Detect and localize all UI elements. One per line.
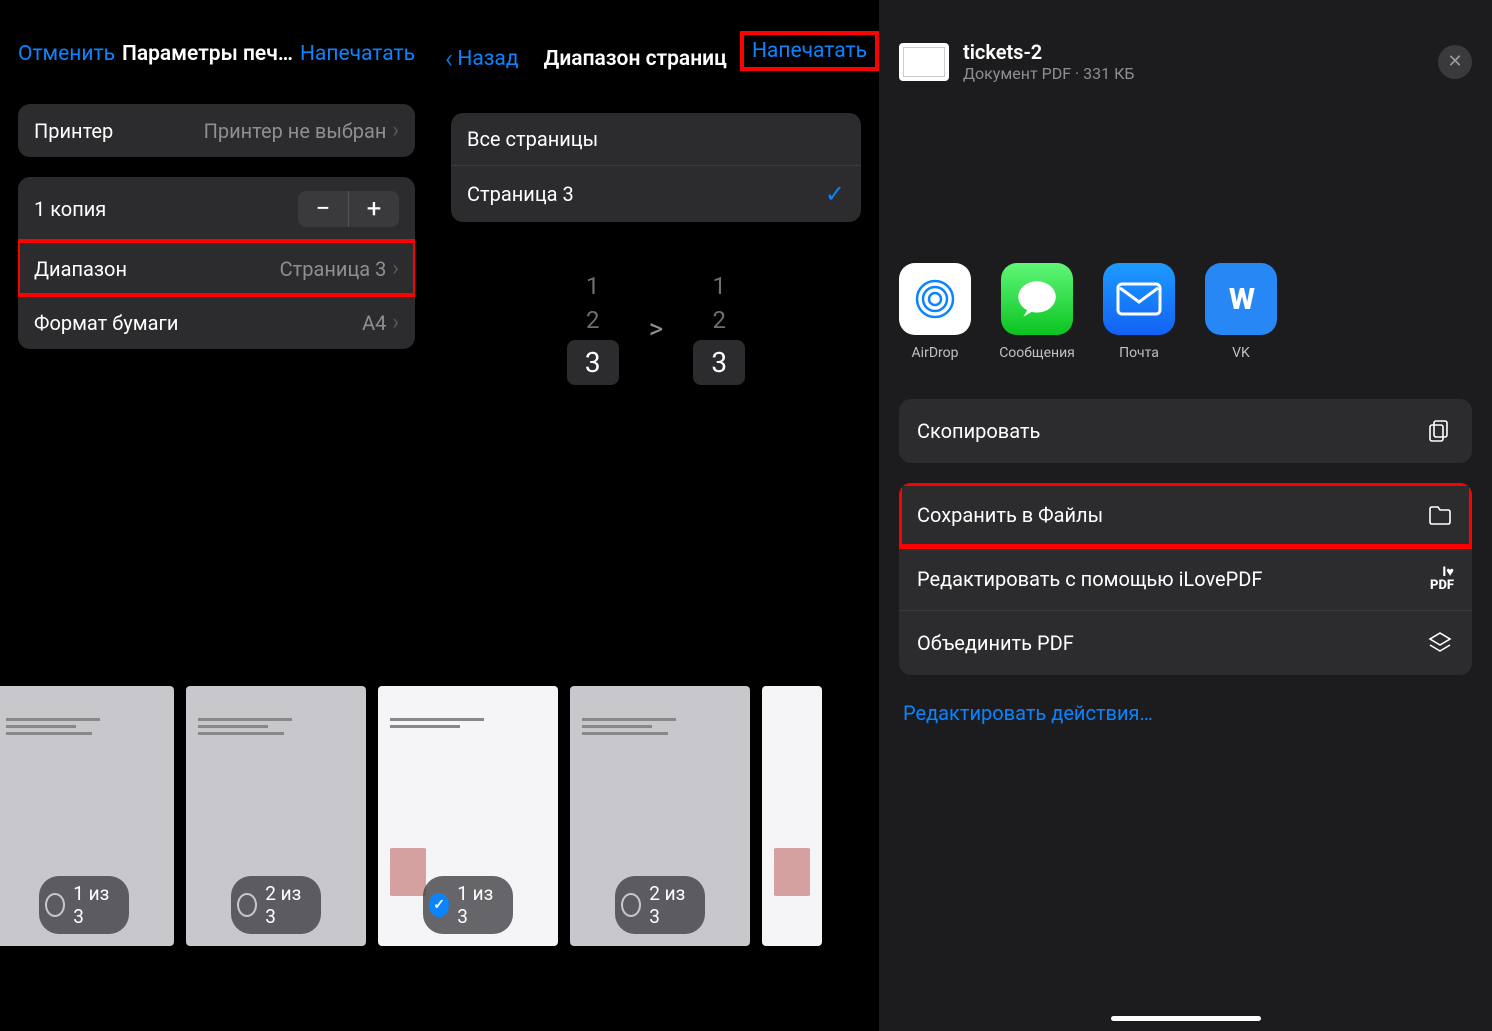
- page-3-row[interactable]: Страница 3 ✓: [451, 165, 861, 222]
- picker-to-column[interactable]: 1 2 3: [693, 272, 745, 385]
- page-thumbnail[interactable]: 1 из 3: [0, 686, 174, 946]
- range-row[interactable]: Диапазон Страница 3 ›: [18, 241, 415, 295]
- share-app-messages[interactable]: Сообщения: [1001, 263, 1073, 361]
- chevron-left-icon: ‹: [445, 42, 453, 75]
- picker-option[interactable]: 2: [712, 306, 726, 334]
- thumb-radio[interactable]: [621, 893, 641, 917]
- page-thumbnail[interactable]: 2 из 3: [186, 686, 366, 946]
- file-name: tickets-2: [963, 40, 1424, 64]
- edit-actions-link[interactable]: Редактировать действия…: [879, 683, 1492, 743]
- action-label: Скопировать: [917, 419, 1040, 443]
- airdrop-icon: [899, 263, 971, 335]
- page-thumbnails: 1 из 3 2 из 3 ✓ 1 из 3 2 из 3: [0, 686, 880, 951]
- page-thumbnail[interactable]: 2 из 3: [570, 686, 750, 946]
- app-label: AirDrop: [912, 345, 959, 361]
- mail-icon: [1103, 263, 1175, 335]
- share-app-vk[interactable]: W VK: [1205, 263, 1277, 361]
- picker-selected-to[interactable]: 3: [693, 340, 745, 385]
- page-title: Параметры печ…: [115, 42, 300, 66]
- thumb-label: 1 из 3: [73, 882, 115, 928]
- picker-arrow: >: [649, 312, 664, 345]
- thumb-label: 1 из 3: [457, 882, 499, 928]
- stepper-plus[interactable]: +: [349, 191, 399, 227]
- all-pages-label: Все страницы: [467, 127, 598, 151]
- share-apps-row: AirDrop Сообщения Почта W VK: [879, 103, 1492, 381]
- thumb-radio[interactable]: [45, 893, 65, 917]
- app-label: Сообщения: [999, 345, 1075, 361]
- stepper-minus[interactable]: −: [298, 191, 348, 227]
- chevron-right-icon: ›: [392, 310, 399, 335]
- save-to-files-action[interactable]: Сохранить в Файлы: [899, 483, 1472, 547]
- copies-label: 1 копия: [34, 197, 106, 221]
- vk-icon: W: [1205, 263, 1277, 335]
- paper-row[interactable]: Формат бумаги A4 ›: [18, 295, 415, 349]
- copies-row: 1 копия − +: [18, 177, 415, 241]
- folder-icon: [1426, 501, 1454, 529]
- page-thumbnail[interactable]: [762, 686, 822, 946]
- picker-option[interactable]: 1: [586, 272, 600, 300]
- merge-pdf-action[interactable]: Объединить PDF: [899, 610, 1472, 675]
- page-3-label: Страница 3: [467, 182, 574, 206]
- close-button[interactable]: ✕: [1438, 45, 1472, 79]
- thumb-label: 2 из 3: [265, 882, 307, 928]
- printer-row[interactable]: Принтер Принтер не выбран ›: [18, 104, 415, 157]
- layers-icon: [1426, 629, 1454, 657]
- page-range-picker[interactable]: 1 2 3 > 1 2 3: [433, 272, 879, 385]
- checkmark-icon: ✓: [825, 180, 845, 208]
- share-sheet-panel: tickets-2 Документ PDF · 331 КБ ✕ AirDro…: [879, 0, 1492, 1031]
- share-app-airdrop[interactable]: AirDrop: [899, 263, 971, 361]
- action-label: Редактировать с помощью iLovePDF: [917, 567, 1262, 591]
- back-button[interactable]: ‹ Назад: [445, 42, 519, 75]
- range-value: Страница 3: [280, 257, 387, 281]
- thumb-radio[interactable]: [237, 893, 257, 917]
- printer-value: Принтер не выбран: [204, 119, 387, 143]
- file-meta: Документ PDF · 331 КБ: [963, 64, 1424, 83]
- share-app-mail[interactable]: Почта: [1103, 263, 1175, 361]
- close-icon: ✕: [1447, 51, 1462, 72]
- thumb-radio-checked[interactable]: ✓: [429, 893, 449, 917]
- picker-option[interactable]: 2: [586, 306, 600, 334]
- page-title: Диапазон страниц: [519, 47, 752, 71]
- action-label: Объединить PDF: [917, 631, 1074, 655]
- thumb-label: 2 из 3: [649, 882, 691, 928]
- all-pages-row[interactable]: Все страницы: [451, 113, 861, 165]
- ilovepdf-icon: I♥PDF: [1430, 566, 1454, 592]
- picker-selected-from[interactable]: 3: [567, 340, 619, 385]
- page-thumbnail[interactable]: ✓ 1 из 3: [378, 686, 558, 946]
- messages-icon: [1001, 263, 1073, 335]
- copy-icon: [1426, 417, 1454, 445]
- print-button[interactable]: Напечатать: [752, 39, 867, 63]
- paper-label: Формат бумаги: [34, 311, 178, 335]
- app-label: VK: [1232, 345, 1250, 361]
- copies-stepper[interactable]: − +: [298, 191, 399, 227]
- app-label: Почта: [1119, 345, 1159, 361]
- printer-label: Принтер: [34, 119, 113, 143]
- file-thumbnail-icon: [899, 43, 949, 81]
- cancel-button[interactable]: Отменить: [18, 42, 115, 66]
- print-button[interactable]: Напечатать: [300, 42, 415, 66]
- action-label: Сохранить в Файлы: [917, 503, 1103, 527]
- home-indicator: [1111, 1016, 1261, 1021]
- picker-from-column[interactable]: 1 2 3: [567, 272, 619, 385]
- range-label: Диапазон: [34, 257, 127, 281]
- copy-action[interactable]: Скопировать: [899, 399, 1472, 463]
- paper-value: A4: [362, 311, 386, 335]
- chevron-right-icon: ›: [392, 118, 399, 143]
- chevron-right-icon: ›: [392, 256, 399, 281]
- picker-option[interactable]: 1: [712, 272, 726, 300]
- edit-ilovepdf-action[interactable]: Редактировать с помощью iLovePDF I♥PDF: [899, 547, 1472, 610]
